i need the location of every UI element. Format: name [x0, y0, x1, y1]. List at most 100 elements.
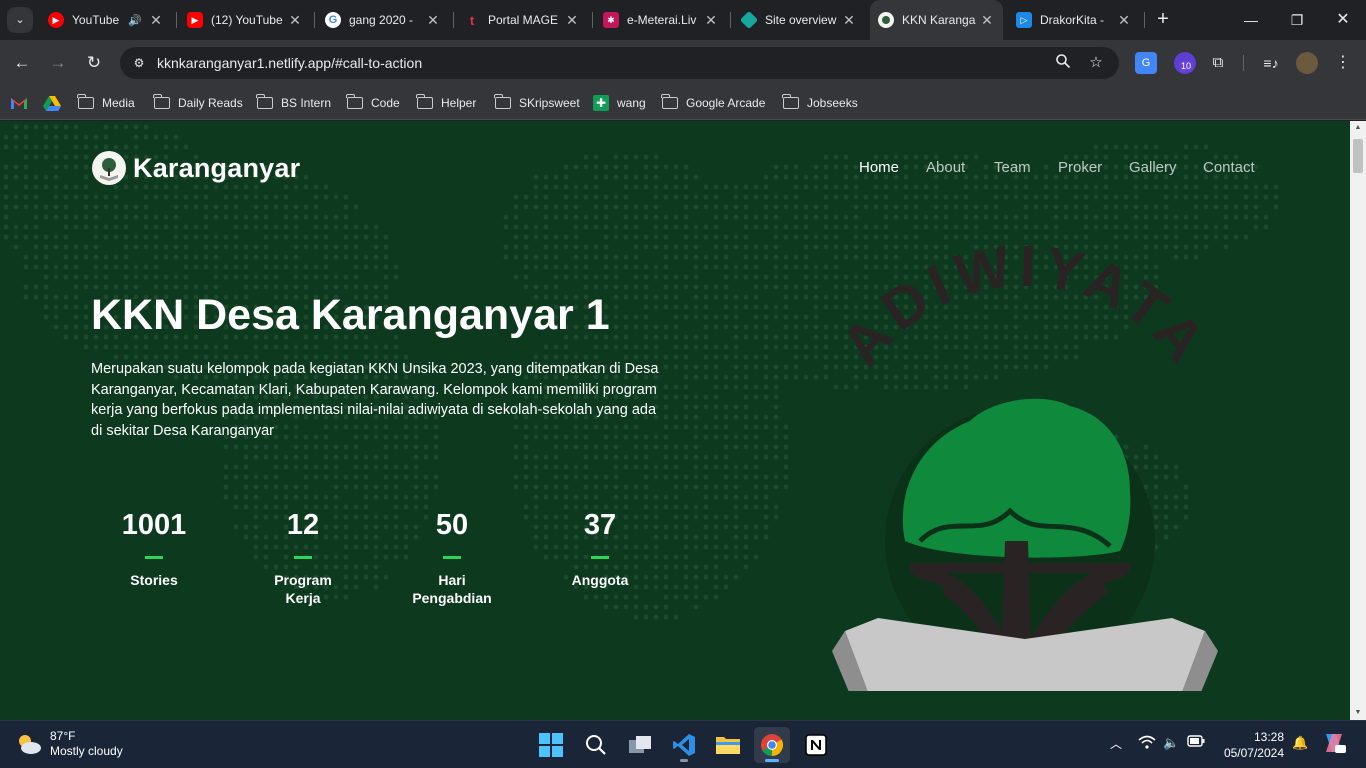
- speaker-icon[interactable]: 🔊: [128, 14, 142, 27]
- windows-logo-icon: [539, 733, 563, 757]
- windows-taskbar: 87°F Mostly cloudy ︿ 🔈 13:28 05/07/2024 …: [0, 720, 1366, 768]
- bookmark-media[interactable]: Media: [77, 93, 135, 113]
- brand-link[interactable]: Karanganyar: [92, 151, 300, 185]
- address-bar[interactable]: ⚙ kknkaranganyar1.netlify.app/#call-to-a…: [120, 47, 1119, 79]
- media-control-icon[interactable]: ≡♪: [1260, 52, 1282, 74]
- tab-portal-mage[interactable]: t Portal MAGE ✕: [456, 6, 588, 34]
- bookmark-code[interactable]: Code: [346, 93, 400, 113]
- nav-proker[interactable]: Proker: [1058, 159, 1102, 176]
- tab-search-button[interactable]: ⌄: [7, 7, 33, 33]
- close-window-button[interactable]: ✕: [1320, 0, 1366, 40]
- drive-bookmark[interactable]: [43, 93, 61, 113]
- google-drive-icon: [43, 95, 61, 111]
- page-scrollbar[interactable]: ▲ ▼: [1350, 121, 1366, 720]
- taskbar-search-button[interactable]: [578, 727, 614, 763]
- folder-icon: [153, 94, 170, 109]
- stat-accent-bar: [443, 556, 461, 559]
- restore-button[interactable]: ❐: [1274, 0, 1320, 40]
- nav-about[interactable]: About: [926, 159, 965, 176]
- bookmark-star-icon[interactable]: ☆: [1086, 53, 1106, 73]
- bookmark-helper[interactable]: Helper: [416, 93, 476, 113]
- stat-value: 50: [435, 509, 469, 541]
- gmail-icon: [11, 98, 27, 109]
- taskbar-vscode[interactable]: [666, 727, 702, 763]
- chrome-icon: [761, 734, 783, 756]
- battery-icon[interactable]: [1187, 735, 1205, 750]
- new-tab-button[interactable]: +: [1152, 8, 1174, 30]
- bookmark-wang[interactable]: ✚ wang: [593, 93, 646, 113]
- minimize-button[interactable]: —: [1228, 0, 1274, 40]
- stat-label: Hari Pengabdian: [412, 572, 492, 606]
- tab-youtube-1[interactable]: ▶ YouTube 🔊 ✕: [40, 6, 172, 34]
- extensions-puzzle-icon[interactable]: ⧉: [1207, 52, 1229, 74]
- forward-button[interactable]: →: [45, 50, 71, 76]
- wifi-icon[interactable]: [1138, 735, 1156, 752]
- adiwiyata-emblem-image: ADIWIYATA: [829, 241, 1218, 691]
- scroll-down-arrow-icon[interactable]: ▼: [1350, 706, 1366, 720]
- file-explorer-icon: [716, 737, 740, 754]
- folder-icon: [782, 94, 799, 109]
- folder-icon: [494, 94, 511, 109]
- zoom-search-icon[interactable]: [1053, 53, 1073, 73]
- bookmark-jobseeks[interactable]: Jobseeks: [782, 93, 858, 113]
- tab-youtube-2[interactable]: ▶ (12) YouTube ✕: [179, 6, 311, 34]
- back-button[interactable]: ←: [9, 50, 35, 76]
- stat-accent-bar: [591, 556, 609, 559]
- youtube-icon: ▶: [187, 12, 203, 28]
- notification-bell-icon[interactable]: 🔔: [1292, 735, 1308, 751]
- hero-section: Karanganyar Home About Team Proker Galle…: [0, 121, 1350, 720]
- taskbar-file-explorer[interactable]: [710, 727, 746, 763]
- nav-home[interactable]: Home: [859, 159, 899, 176]
- menu-kebab-icon[interactable]: ⋮: [1332, 52, 1354, 74]
- stat-value: 37: [583, 509, 617, 541]
- system-clock[interactable]: 13:28 05/07/2024: [1218, 729, 1284, 761]
- close-tab-icon[interactable]: ✕: [564, 12, 580, 29]
- url-text[interactable]: kknkaranganyar1.netlify.app/#call-to-act…: [157, 55, 422, 71]
- close-tab-icon[interactable]: ✕: [287, 12, 303, 29]
- taskbar-notion[interactable]: [798, 727, 834, 763]
- start-button[interactable]: [533, 727, 569, 763]
- tab-divider: [730, 12, 731, 28]
- bookmark-google-arcade[interactable]: Google Arcade: [661, 93, 765, 113]
- tab-emeterai[interactable]: ✱ e-Meterai.Liv ✕: [595, 6, 727, 34]
- tab-google-search[interactable]: G gang 2020 - ✕: [317, 6, 449, 34]
- weather-temperature: 87°F: [50, 729, 76, 743]
- bookmark-bs-intern[interactable]: BS Intern: [256, 93, 331, 113]
- google-translate-icon[interactable]: G: [1135, 52, 1157, 74]
- bookmark-skripsweet[interactable]: SKripsweet: [494, 93, 580, 113]
- reload-button[interactable]: ↻: [81, 50, 107, 76]
- close-tab-icon[interactable]: ✕: [703, 12, 719, 29]
- nav-contact[interactable]: Contact: [1203, 159, 1255, 176]
- scrollbar-thumb[interactable]: [1353, 139, 1363, 173]
- tab-kkn-karanganyar[interactable]: KKN Karanga ✕: [870, 0, 1003, 40]
- toolbar-divider: [1243, 55, 1244, 71]
- karanganyar-logo-icon: [92, 151, 126, 185]
- extension-badge-icon[interactable]: 10: [1174, 52, 1196, 74]
- stat-value: 12: [286, 509, 320, 541]
- task-view-icon: [629, 736, 651, 753]
- nav-gallery[interactable]: Gallery: [1129, 159, 1177, 176]
- weather-widget[interactable]: 87°F Mostly cloudy: [16, 729, 123, 759]
- gmail-bookmark[interactable]: [10, 93, 28, 113]
- clock-time: 13:28: [1253, 730, 1284, 744]
- cloudy-weather-icon: [19, 735, 41, 754]
- show-hidden-icons-chevron-icon[interactable]: ︿: [1110, 735, 1122, 752]
- bookmark-daily-reads[interactable]: Daily Reads: [153, 93, 243, 113]
- tab-drakorkita[interactable]: ▷ DrakorKita - ✕: [1008, 6, 1140, 34]
- close-tab-icon[interactable]: ✕: [1116, 12, 1132, 29]
- site-info-icon[interactable]: ⚙: [128, 52, 150, 74]
- profile-avatar[interactable]: [1296, 52, 1318, 74]
- close-tab-icon[interactable]: ✕: [148, 12, 164, 29]
- close-tab-icon[interactable]: ✕: [979, 12, 995, 29]
- taskbar-chrome[interactable]: [754, 727, 790, 763]
- task-view-button[interactable]: [622, 727, 658, 763]
- copilot-icon[interactable]: [1322, 732, 1346, 757]
- volume-icon[interactable]: 🔈: [1163, 735, 1179, 751]
- vscode-icon: [673, 734, 695, 756]
- close-tab-icon[interactable]: ✕: [841, 12, 857, 29]
- tab-site-overview[interactable]: Site overview ✕: [733, 6, 865, 34]
- close-tab-icon[interactable]: ✕: [425, 12, 441, 29]
- stat-value: 1001: [121, 509, 187, 541]
- nav-team[interactable]: Team: [994, 159, 1031, 176]
- scroll-up-arrow-icon[interactable]: ▲: [1350, 121, 1366, 135]
